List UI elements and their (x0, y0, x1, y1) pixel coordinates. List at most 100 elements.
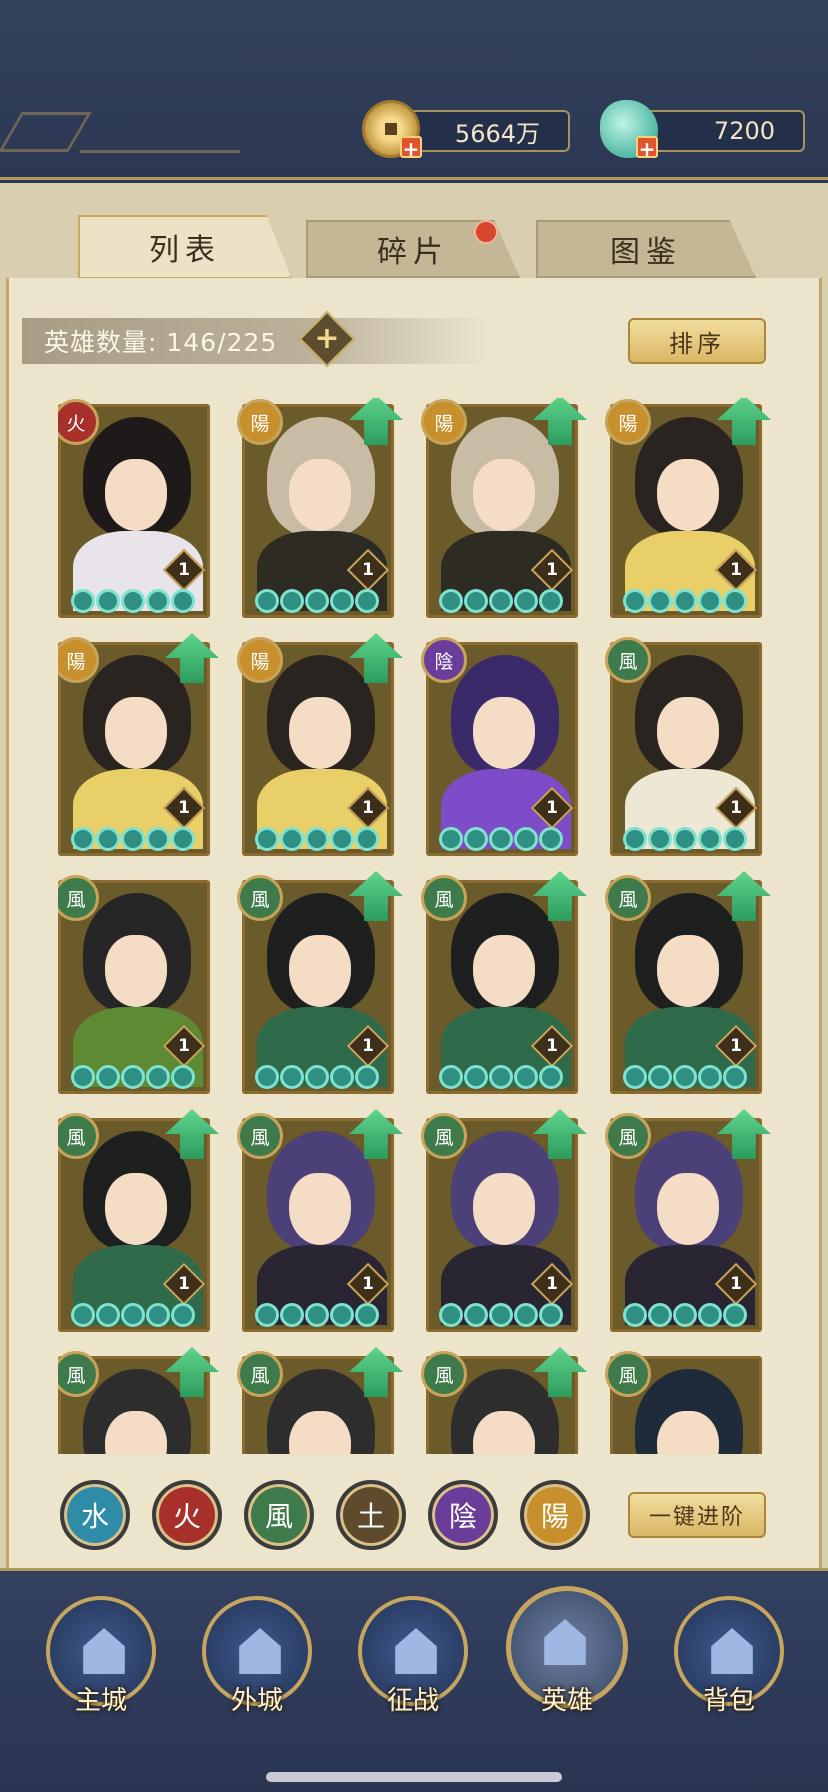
star-icon (464, 1065, 488, 1089)
nav-label: 背包 (702, 1686, 755, 1716)
star-icon (330, 589, 354, 613)
element-filter-button[interactable]: 水 (60, 1480, 130, 1550)
hero-card[interactable]: 火1 (58, 399, 210, 618)
tab-list[interactable]: 列表 (78, 215, 292, 279)
star-icon (171, 827, 195, 851)
star-icon (121, 1303, 145, 1327)
sort-button[interactable]: 排序 (628, 318, 766, 364)
hero-card[interactable]: 風1 (605, 1351, 762, 1454)
nav-label: 征战 (386, 1686, 439, 1716)
nav-label: 英雄 (540, 1686, 593, 1716)
star-icon (623, 1065, 647, 1089)
hero-card[interactable]: 陽1 (237, 398, 403, 618)
element-filter-button[interactable]: 陽 (520, 1480, 590, 1550)
hero-card[interactable]: 風1 (58, 1347, 219, 1454)
level-value: 1 (546, 798, 558, 818)
element-filter-button[interactable]: 土 (336, 1480, 406, 1550)
star-icon (673, 589, 697, 613)
hero-card[interactable]: 風1 (237, 1109, 403, 1332)
element-badge-icon: 風 (421, 875, 467, 921)
star-icon (489, 827, 513, 851)
star-icon (698, 827, 722, 851)
star-icon (464, 1303, 488, 1327)
star-icon (330, 1303, 354, 1327)
star-icon (539, 589, 563, 613)
battle-icon (395, 1628, 437, 1674)
star-icon (305, 827, 329, 851)
star-rating (623, 1303, 747, 1327)
star-icon (539, 827, 563, 851)
add-coins-plus-icon[interactable]: + (400, 136, 422, 160)
level-value: 1 (178, 1274, 190, 1294)
hero-card[interactable]: 風1 (237, 1347, 403, 1454)
star-icon (146, 1303, 170, 1327)
element-badge-icon: 風 (421, 1351, 467, 1397)
star-icon (514, 1065, 538, 1089)
star-rating (71, 589, 195, 613)
tab-shards-label: 碎片 (377, 235, 449, 270)
advance-all-button[interactable]: 一键进阶 (628, 1492, 766, 1538)
star-icon (71, 827, 95, 851)
home-indicator (266, 1772, 562, 1782)
decorative-pattern-icon (0, 112, 92, 152)
star-icon (96, 589, 120, 613)
hero-grid: 火1陽1陽1陽1陽1陽1陰1風1風1風1風1風1風1風1風1風1風1風1風1風1 (58, 398, 788, 1454)
star-icon (489, 589, 513, 613)
element-filter-button[interactable]: 陰 (428, 1480, 498, 1550)
hero-card[interactable]: 陽1 (237, 633, 403, 856)
level-value: 1 (362, 560, 374, 580)
city-gate-icon (239, 1628, 281, 1674)
hero-card[interactable]: 陰1 (421, 637, 578, 856)
element-filter-button[interactable]: 風 (244, 1480, 314, 1550)
star-icon (698, 1065, 722, 1089)
star-icon (489, 1065, 513, 1089)
level-value: 1 (546, 1036, 558, 1056)
hero-card[interactable]: 風1 (237, 871, 403, 1094)
hero-card[interactable]: 風1 (605, 637, 762, 856)
star-icon (514, 1303, 538, 1327)
hero-card[interactable]: 風1 (421, 1109, 587, 1332)
star-rating (439, 1065, 563, 1089)
level-value: 1 (730, 798, 742, 818)
element-badge-icon: 陽 (237, 637, 283, 683)
star-icon (255, 1065, 279, 1089)
star-icon (255, 589, 279, 613)
hero-card[interactable]: 風1 (421, 1347, 587, 1454)
tab-codex[interactable]: 图鉴 (536, 220, 756, 278)
hero-card[interactable]: 風1 (58, 875, 210, 1094)
star-icon (71, 1303, 95, 1327)
hero-card[interactable]: 風1 (605, 1109, 771, 1332)
star-rating (439, 589, 563, 613)
star-icon (355, 1303, 379, 1327)
add-gems-plus-icon[interactable]: + (636, 136, 658, 160)
star-icon (305, 589, 329, 613)
star-icon (673, 827, 697, 851)
level-value: 1 (730, 1036, 742, 1056)
hero-card[interactable]: 陽1 (605, 398, 771, 618)
hero-card[interactable]: 陽1 (58, 633, 219, 856)
hero-card[interactable]: 陽1 (421, 398, 587, 618)
star-icon (280, 589, 304, 613)
notification-dot-icon (474, 220, 498, 244)
tab-list-label: 列表 (149, 233, 221, 268)
hero-count-label: 英雄数量: 146/225 (44, 328, 278, 357)
gem-amount: 7200 (713, 117, 775, 145)
element-badge-icon: 陽 (421, 399, 467, 445)
star-icon (121, 827, 145, 851)
element-filter-button[interactable]: 火 (152, 1480, 222, 1550)
star-icon (489, 1303, 513, 1327)
star-icon (146, 1065, 170, 1089)
advance-all-label: 一键进阶 (648, 1505, 745, 1530)
star-icon (514, 827, 538, 851)
level-value: 1 (178, 560, 190, 580)
hero-card[interactable]: 風1 (605, 871, 771, 1094)
hero-card[interactable]: 風1 (421, 871, 587, 1094)
star-icon (648, 827, 672, 851)
hero-card[interactable]: 風1 (58, 1109, 219, 1332)
level-value: 1 (362, 798, 374, 818)
star-icon (171, 589, 195, 613)
star-icon (96, 827, 120, 851)
star-icon (723, 589, 747, 613)
element-badge-icon: 風 (605, 1351, 651, 1397)
star-icon (648, 1303, 672, 1327)
